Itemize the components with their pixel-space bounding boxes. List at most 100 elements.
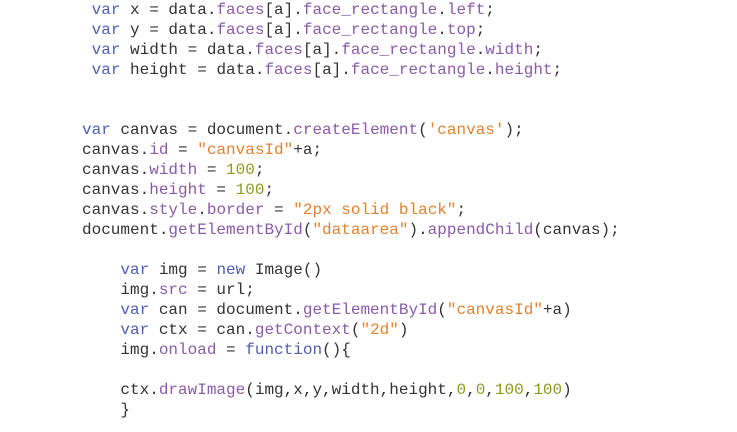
text-token: ,	[485, 381, 495, 399]
property-token: getElementById	[168, 221, 303, 239]
property-token: left	[446, 1, 486, 19]
text-token: (canvas);	[533, 221, 620, 239]
property-token: getContext	[254, 321, 351, 339]
number-token: 100	[235, 181, 265, 199]
keyword-token: function	[245, 341, 323, 359]
string-token: "canvasId"	[197, 141, 294, 159]
property-token: faces	[254, 41, 303, 59]
code-line: var img = new Image()	[82, 260, 620, 280]
property-token: faces	[216, 21, 265, 39]
code-line: canvas.height = 100;	[82, 180, 620, 200]
text-token: .	[485, 61, 495, 79]
code-line: var y = data.faces[a].face_rectangle.top…	[82, 20, 620, 40]
property-token: face_rectangle	[302, 1, 438, 19]
text-token: ;	[254, 161, 265, 179]
text-token: (img,x,y,width,height,	[245, 381, 457, 399]
text-token: }	[82, 401, 131, 419]
code-line: canvas.style.border = "2px solid black";	[82, 200, 620, 220]
text-token: );	[504, 121, 524, 139]
number-token: 100	[494, 381, 524, 399]
number-token: 0	[456, 381, 467, 399]
number-token: 100	[533, 381, 563, 399]
text-token: canvas.	[82, 201, 150, 219]
text-token: Image()	[245, 261, 323, 279]
text-token: img.	[82, 341, 159, 359]
text-token: document.	[82, 221, 169, 239]
text-token: canvas.	[82, 141, 150, 159]
keyword-token: var	[120, 301, 150, 319]
property-token: face_rectangle	[302, 21, 438, 39]
code-block: var x = data.faces[a].face_rectangle.lef…	[82, 0, 620, 420]
text-token: canvas = document.	[110, 121, 294, 139]
text-token: [a].	[302, 41, 342, 59]
property-token: height	[149, 181, 207, 199]
text-token: .	[197, 201, 207, 219]
text-token: ,	[466, 381, 476, 399]
text-token: ;	[533, 41, 543, 59]
text-token: .	[437, 1, 447, 19]
string-token: "dataarea"	[312, 221, 409, 239]
string-token: "canvasId"	[446, 301, 543, 319]
keyword-token: var	[82, 121, 111, 139]
text-token: =	[216, 341, 246, 359]
text-token: can = document.	[149, 301, 303, 319]
text-token: [a].	[264, 1, 303, 19]
text-token: [a].	[264, 21, 303, 39]
string-token: 'canvas'	[427, 121, 505, 139]
text-token: )	[398, 321, 409, 339]
number-token: 0	[475, 381, 486, 399]
code-line: var x = data.faces[a].face_rectangle.lef…	[82, 0, 620, 20]
property-token: createElement	[293, 121, 419, 139]
text-token: img =	[149, 261, 217, 279]
text-token: ).	[408, 221, 428, 239]
text-token: .	[475, 41, 486, 59]
keyword-token: var	[91, 61, 121, 79]
text-token: (	[302, 221, 313, 239]
text-token: =	[264, 201, 294, 219]
code-line: img.src = url;	[82, 280, 620, 300]
property-token: faces	[264, 61, 313, 79]
number-token: 100	[226, 161, 255, 179]
code-line: document.getElementById("dataarea").appe…	[82, 220, 620, 240]
code-line: var canvas = document.createElement('can…	[82, 120, 620, 140]
text-token: canvas.	[82, 161, 150, 179]
text-token: (	[418, 121, 428, 139]
text-token: .	[437, 21, 447, 39]
code-line: ctx.drawImage(img,x,y,width,height,0,0,1…	[82, 380, 620, 400]
code-line: }	[82, 400, 620, 420]
text-token: +a;	[293, 141, 323, 159]
text-token: ctx.	[82, 381, 159, 399]
code-line: canvas.width = 100;	[82, 160, 620, 180]
text-token: ;	[475, 21, 486, 39]
code-line: img.onload = function(){	[82, 340, 620, 360]
text-token: x = data.	[120, 1, 217, 19]
text-token: ;	[552, 61, 563, 79]
keyword-token: var	[120, 261, 150, 279]
code-line: var can = document.getElementById("canva…	[82, 300, 620, 320]
text-token: ctx = can.	[149, 321, 255, 339]
text-token: =	[206, 181, 236, 199]
text-token: ,	[523, 381, 534, 399]
property-token: face_rectangle	[350, 61, 486, 79]
text-token: y = data.	[120, 21, 217, 39]
property-token: drawImage	[158, 381, 246, 399]
text-token: [a].	[312, 61, 351, 79]
text-token: img.	[82, 281, 159, 299]
string-token: "2d"	[360, 321, 399, 339]
text-token: =	[168, 141, 198, 159]
text-token: width = data.	[120, 41, 255, 59]
text-token: =	[197, 161, 227, 179]
code-line: var height = data.faces[a].face_rectangl…	[82, 60, 620, 80]
keyword-token: var	[120, 321, 150, 339]
property-token: width	[149, 161, 198, 179]
text-token: ;	[485, 1, 495, 19]
